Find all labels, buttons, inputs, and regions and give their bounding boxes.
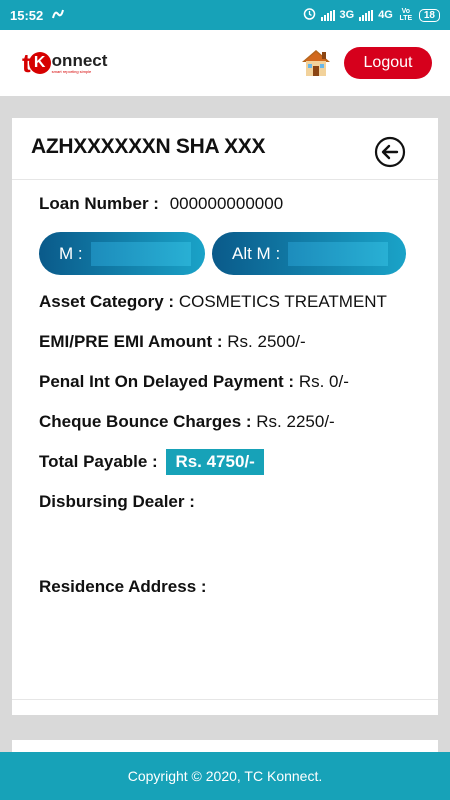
copyright-text: Copyright © 2020, TC Konnect. [127, 768, 323, 784]
customer-name: AZHXXXXXXN SHA XXX [31, 135, 266, 158]
notification-icon [51, 8, 65, 23]
mobile-pill[interactable]: M : [39, 232, 205, 275]
volte-indicator: Vo LTE [399, 8, 413, 22]
status-bar: 15:52 3G 4G Vo LTE 18 [0, 0, 450, 30]
redacted-alt-mobile [288, 241, 389, 266]
cheque-bounce-row: Cheque Bounce Charges : Rs. 2250/- [39, 412, 335, 431]
redacted-mobile [90, 241, 191, 266]
alarm-icon [303, 7, 316, 23]
alt-mobile-pill[interactable]: Alt M : [212, 232, 406, 275]
home-button[interactable] [300, 47, 332, 79]
back-arrow-icon [374, 136, 406, 168]
total-payable-badge: Rs. 4750/- [166, 449, 264, 475]
card-header: AZHXXXXXXN SHA XXX [12, 118, 438, 180]
signal-icon [320, 9, 335, 21]
loan-number-row: Loan Number : 000000000000 [39, 194, 284, 213]
home-icon [302, 50, 330, 76]
disbursing-dealer-row: Disbursing Dealer : [39, 492, 195, 511]
loan-details-card: AZHXXXXXXN SHA XXX Loan Number : 0000000… [12, 118, 438, 715]
logout-button[interactable]: Logout [344, 47, 432, 79]
divider [12, 699, 438, 700]
battery-icon: 18 [418, 8, 440, 22]
signal-icon [359, 9, 374, 21]
footer: Copyright © 2020, TC Konnect. [0, 752, 450, 800]
loan-number-value: 000000000000 [169, 194, 284, 213]
tc-konnect-logo: t K onnect smart reporting simple [22, 48, 108, 78]
network-4g: 4G [378, 9, 393, 21]
app-header: t K onnect smart reporting simple Logout [0, 30, 450, 96]
emi-row: EMI/PRE EMI Amount : Rs. 2500/- [39, 332, 306, 351]
network-3g: 3G [339, 9, 355, 21]
residence-address-row: Residence Address : [39, 577, 207, 596]
asset-category-row: Asset Category : COSMETICS TREATMENT [39, 292, 387, 311]
clock: 15:52 [10, 7, 44, 23]
total-payable-row: Total Payable : Rs. 4750/- [39, 449, 264, 475]
back-button[interactable] [374, 136, 406, 168]
penal-interest-row: Penal Int On Delayed Payment : Rs. 0/- [39, 372, 349, 391]
